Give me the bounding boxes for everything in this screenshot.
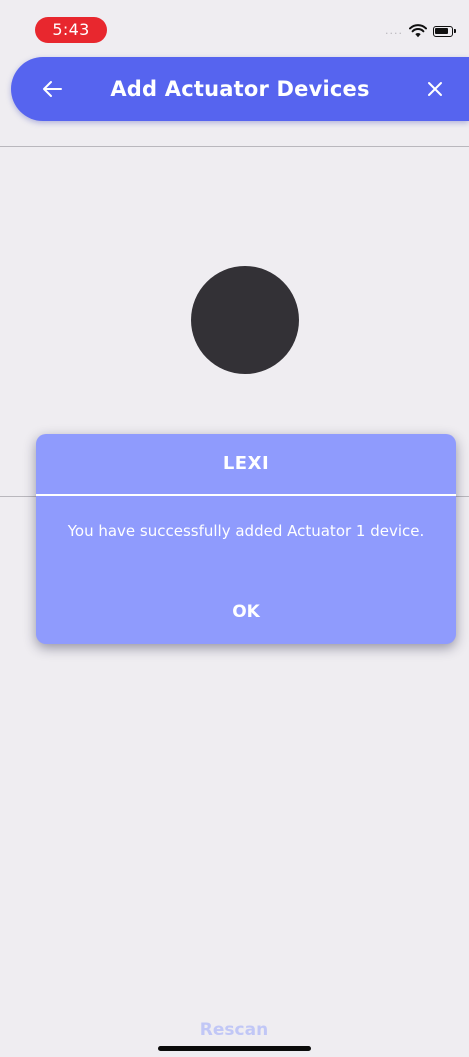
rescan-button[interactable]: Rescan (184, 1018, 284, 1042)
home-indicator (158, 1046, 311, 1051)
page-title: Add Actuator Devices (110, 77, 370, 101)
screen: 5:43 .... Add Actuator Devices LEXI You … (0, 0, 469, 1057)
status-indicators: .... (385, 22, 456, 40)
dialog-title: LEXI (222, 453, 270, 474)
signal-dots-icon: .... (385, 24, 403, 37)
dialog-divider (36, 494, 456, 496)
success-dialog: LEXI You have successfully added Actuato… (36, 434, 456, 644)
device-avatar (191, 266, 299, 374)
status-time: 5:43 (35, 17, 107, 43)
back-arrow-icon[interactable] (41, 78, 63, 100)
ok-button[interactable]: OK (196, 597, 296, 627)
app-bar: Add Actuator Devices (11, 57, 469, 121)
dialog-message: You have successfully added Actuator 1 d… (67, 522, 425, 540)
close-icon[interactable] (425, 79, 445, 99)
header-divider (0, 146, 469, 147)
battery-icon (433, 25, 456, 37)
wifi-icon (409, 24, 427, 38)
